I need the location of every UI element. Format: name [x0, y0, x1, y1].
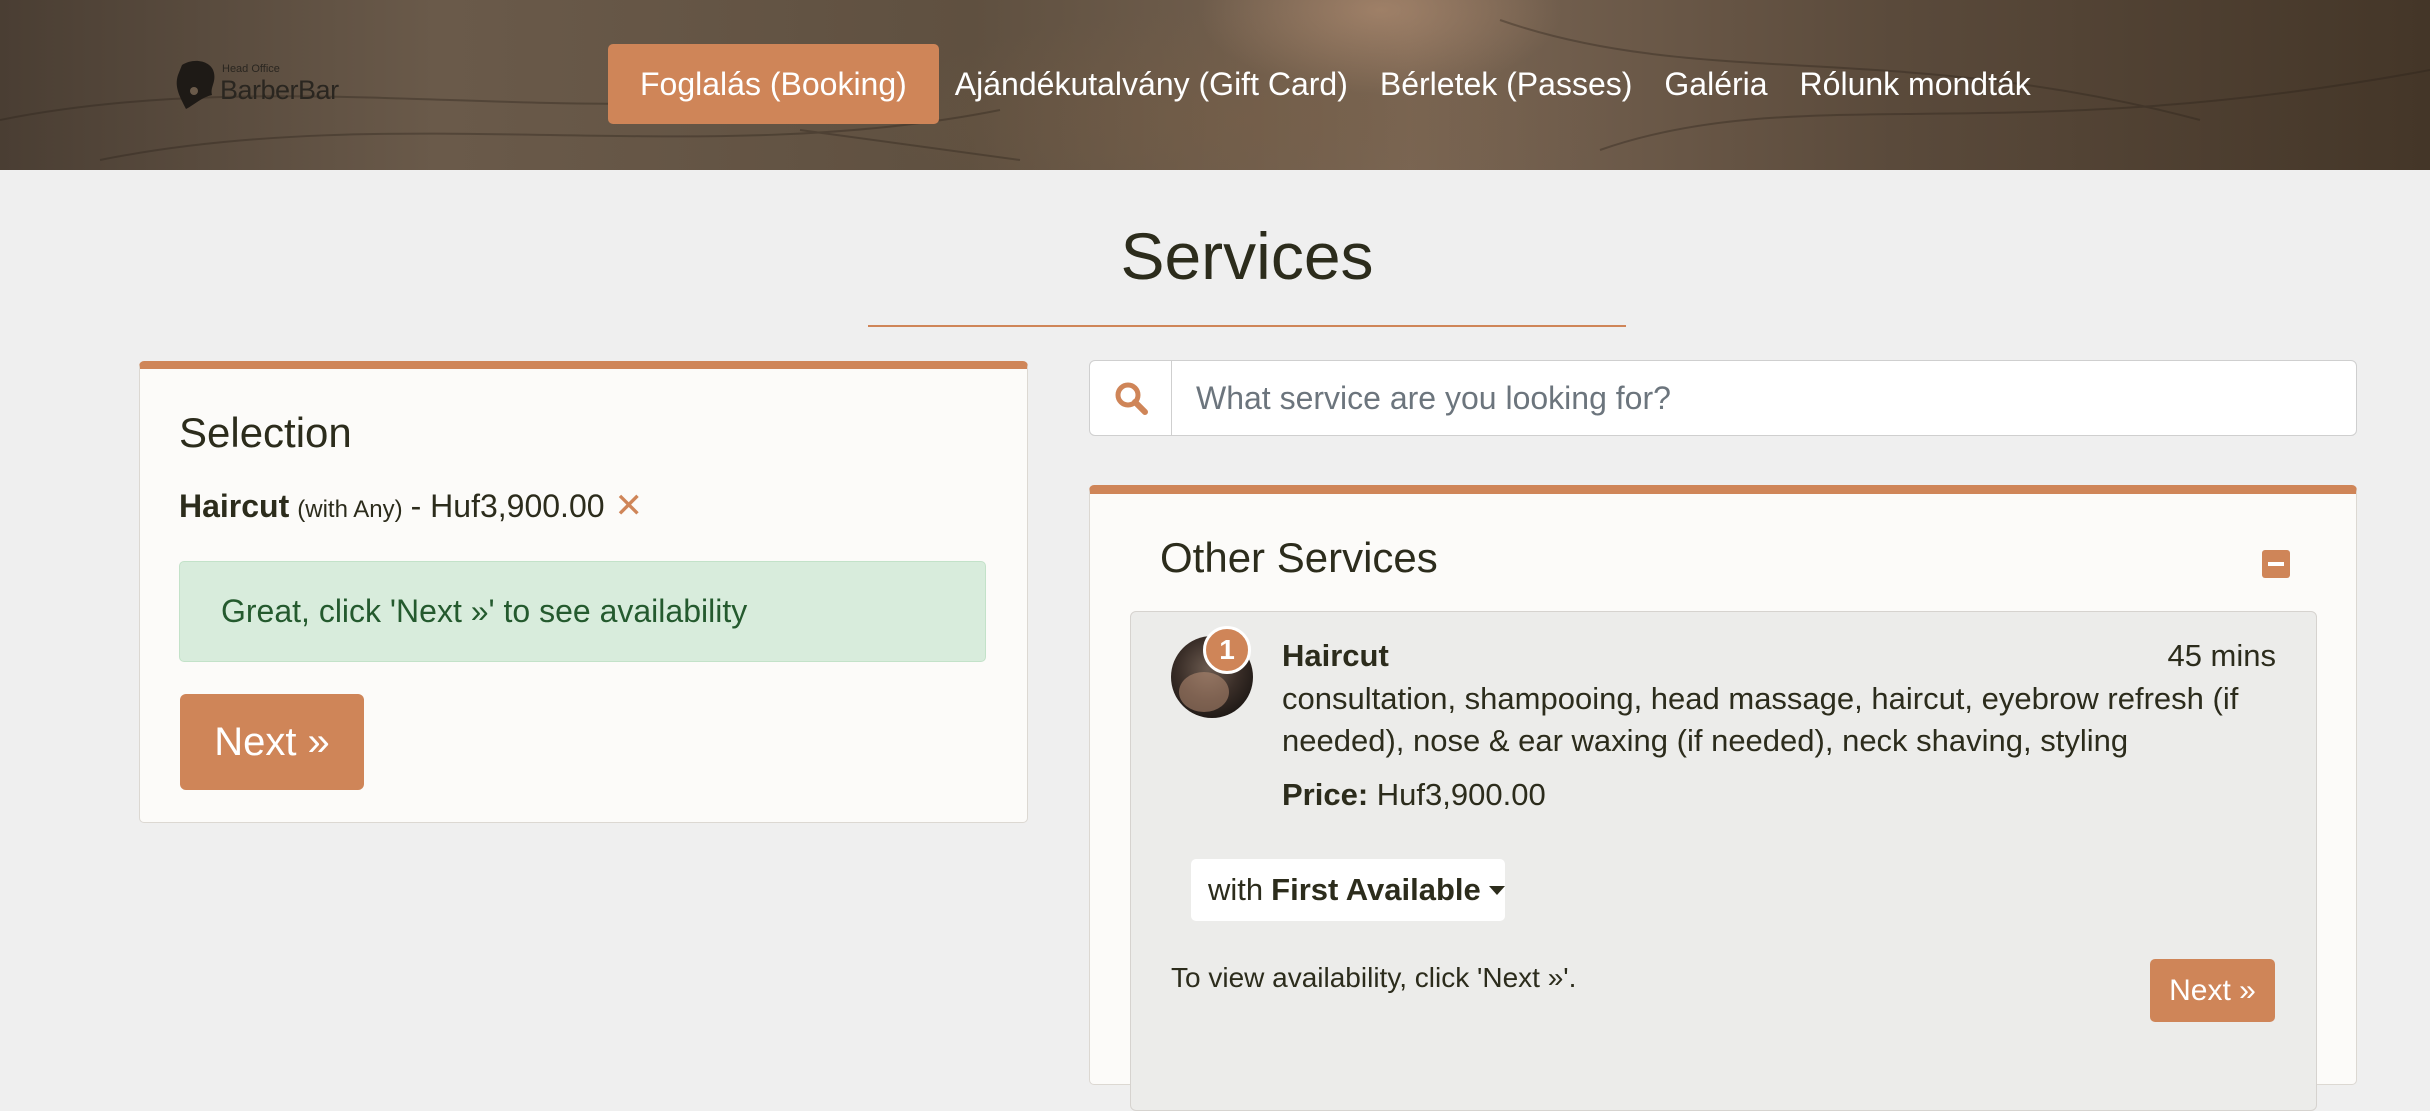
service-price: Price: Huf3,900.00 — [1282, 777, 1546, 813]
service-name: Haircut — [1282, 638, 1389, 673]
site-header: Head Office BarberBar Foglalás (Booking)… — [0, 0, 2430, 170]
search-input[interactable] — [1172, 361, 2356, 435]
nav-passes[interactable]: Bérletek (Passes) — [1364, 44, 1649, 124]
caret-down-icon — [1488, 885, 1505, 895]
availability-hint: To view availability, click 'Next »'. — [1171, 962, 1577, 993]
selection-title: Selection — [179, 409, 352, 456]
service-item: 1 Haircut 45 mins consultation, shampooi… — [1130, 611, 2317, 1111]
service-description: consultation, shampooing, head massage, … — [1282, 681, 2239, 758]
service-duration: 45 mins — [2167, 638, 2276, 673]
magnifier-icon — [1115, 382, 1148, 415]
barber-logo-icon — [176, 60, 215, 109]
staff-prefix: with — [1208, 872, 1264, 907]
collapse-minus-icon[interactable] — [2262, 550, 2290, 578]
staff-value: First Available — [1271, 872, 1481, 907]
selected-item-staff: (with Any) — [297, 496, 403, 523]
service-search — [1089, 360, 2357, 436]
remove-selection-icon[interactable]: ✕ — [615, 486, 644, 526]
selected-item: Haircut (with Any) - Huf3,900.00 ✕ — [179, 486, 643, 526]
service-price-label: Price: — [1282, 777, 1369, 812]
selected-item-price: - Huf3,900.00 — [410, 488, 605, 524]
service-price-value: Huf3,900.00 — [1376, 777, 1546, 812]
title-divider — [868, 325, 1626, 327]
page-title: Services — [1120, 219, 1374, 293]
service-next-button[interactable]: Next » — [2150, 959, 2275, 1022]
nav-gift-card[interactable]: Ajándékutalvány (Gift Card) — [939, 44, 1364, 124]
selection-next-button[interactable]: Next » — [180, 694, 364, 790]
selection-card: Selection Haircut (with Any) - Huf3,900.… — [139, 361, 1028, 823]
logo-text: BarberBar — [220, 75, 339, 105]
nav-booking[interactable]: Foglalás (Booking) — [608, 44, 939, 124]
nav-gallery[interactable]: Galéria — [1648, 44, 1783, 124]
logo-small-text: Head Office — [222, 63, 280, 75]
success-alert: Great, click 'Next »' to see availabilit… — [179, 561, 986, 662]
service-count-badge: 1 — [1203, 626, 1251, 674]
nav-testimonials[interactable]: Rólunk mondták — [1784, 44, 2047, 124]
selected-item-name: Haircut — [179, 488, 290, 524]
search-icon[interactable] — [1090, 361, 1172, 435]
main-nav: Foglalás (Booking) Ajándékutalvány (Gift… — [608, 44, 2047, 124]
other-services-card: Other Services 1 Haircut 45 mins consult… — [1089, 485, 2357, 1111]
brand-logo[interactable]: Head Office BarberBar — [172, 55, 342, 115]
staff-dropdown[interactable]: with First Available — [1191, 859, 1505, 921]
other-services-title: Other Services — [1160, 534, 1438, 581]
